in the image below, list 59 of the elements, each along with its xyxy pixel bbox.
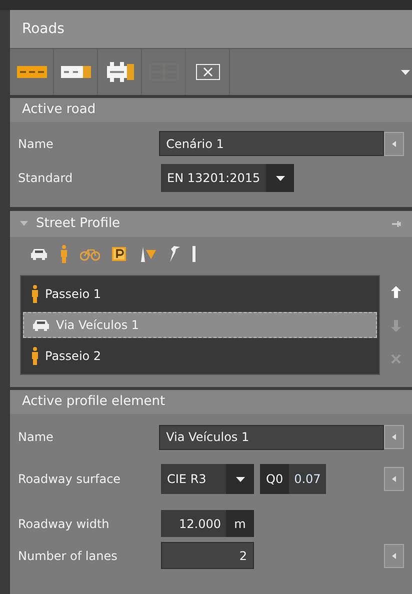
section-title: Active profile element [22, 393, 166, 412]
input-field[interactable]: Via Veículos 1 [159, 424, 384, 450]
list-action-button[interactable] [391, 286, 401, 298]
side-button[interactable] [384, 425, 404, 449]
tool-button[interactable] [30, 247, 48, 261]
pin-icon [392, 220, 402, 228]
side-button[interactable] [384, 132, 404, 156]
panel-title: Roads [22, 20, 64, 38]
caret-left-icon [392, 552, 396, 558]
dropdown[interactable]: CIE R3 [161, 464, 254, 494]
caret-down-icon [276, 176, 285, 180]
field-label: Roadway surface [18, 471, 122, 488]
car-icon [30, 247, 48, 261]
item-label: Passeio 1 [45, 286, 102, 303]
tool-button[interactable] [138, 246, 156, 262]
field-label: Number of lanes [18, 548, 118, 564]
q0-field[interactable]: Q0 0.07 [260, 464, 326, 494]
list-item[interactable]: Passeio 2 [23, 343, 377, 370]
list-item[interactable]: Passeio 1 [23, 280, 377, 307]
unit-label: m [226, 510, 254, 537]
field-label: Standard [18, 170, 74, 187]
side-button[interactable] [384, 467, 404, 491]
wrench-icon [168, 246, 180, 262]
bicycle-icon [80, 247, 100, 261]
close-icon [196, 64, 220, 80]
tree-icon [138, 246, 156, 262]
pedestrian-icon [31, 347, 39, 366]
pedestrian-icon [60, 245, 68, 263]
caret-left-icon [392, 434, 396, 440]
input-field[interactable]: 2 [161, 542, 254, 569]
field-label: Name [18, 429, 54, 446]
road-with-sidewalk-icon [60, 64, 90, 80]
item-label: Passeio 2 [45, 348, 102, 366]
section-title: Street Profile [36, 215, 120, 234]
input-field[interactable]: 12.000 m [161, 510, 254, 537]
caret-down-icon [401, 70, 410, 74]
q0-value: 0.07 [289, 464, 326, 494]
field-label: Roadway width [18, 516, 110, 532]
side-button[interactable] [384, 544, 404, 568]
pedestrian-icon [31, 284, 39, 303]
caret-down-icon [236, 476, 244, 482]
tool-button[interactable] [192, 246, 196, 262]
dropdown[interactable]: EN 13201:2015 [161, 164, 294, 192]
field-label: Name [18, 136, 54, 152]
arrow-down-icon [391, 320, 401, 332]
caret-left-icon [392, 140, 396, 146]
car-icon [32, 318, 50, 332]
parking-icon [112, 247, 126, 261]
pole-icon [192, 246, 196, 262]
item-label: Via Veículos 1 [56, 316, 140, 334]
input-field[interactable]: Cenário 1 [159, 131, 384, 156]
q0-label: Q0 [265, 471, 284, 488]
tool-button[interactable] [168, 246, 180, 262]
caret-left-icon [392, 476, 396, 482]
tool-button[interactable] [112, 247, 126, 261]
arrow-up-icon [391, 286, 401, 298]
close-icon [391, 354, 401, 364]
road-icon [16, 64, 46, 80]
section-title: Active road [22, 101, 96, 120]
